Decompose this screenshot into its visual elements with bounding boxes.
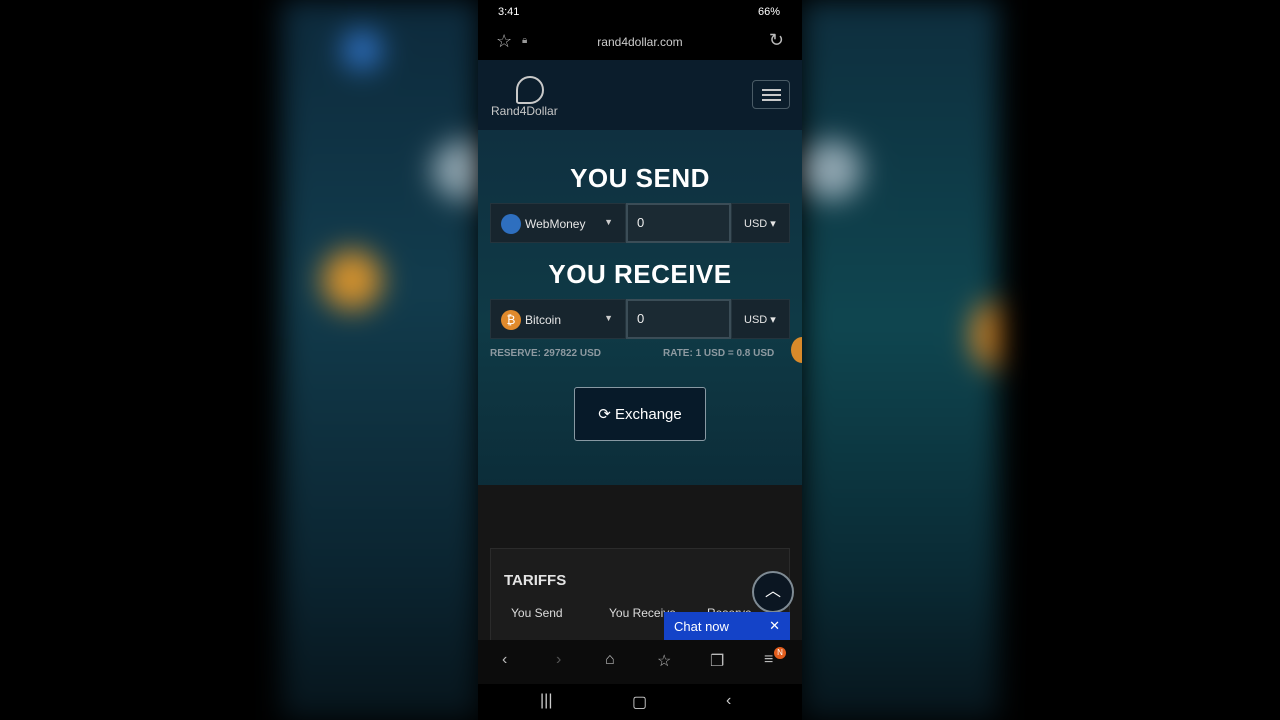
chevron-down-icon: ▼ — [604, 313, 613, 323]
receive-currency-select[interactable]: ₿ Bitcoin ▼ — [490, 299, 626, 339]
logo-text[interactable]: Rand4Dollar — [491, 104, 558, 118]
exchange-button[interactable]: ⟳ Exchange — [574, 387, 706, 441]
menu-line — [762, 99, 781, 101]
logo-icon[interactable] — [516, 76, 544, 104]
tabs-icon[interactable]: ❐ — [710, 651, 724, 671]
home-button-icon[interactable]: ▢ — [632, 692, 647, 712]
refresh-icon: ⟳ — [598, 406, 611, 423]
browser-url-bar[interactable]: ☆ 🔒︎ rand4dollar.com ↻ — [478, 24, 802, 60]
blurred-coin — [322, 250, 382, 310]
blurred-background-right — [802, 0, 998, 720]
phone-screen: 3:41 66% ☆ 🔒︎ rand4dollar.com ↻ Rand4Dol… — [478, 0, 802, 720]
send-amount-input[interactable]: 0 — [626, 203, 731, 243]
receive-unit-label: USD — [744, 314, 768, 326]
back-icon[interactable]: ‹ — [502, 651, 507, 669]
menu-line — [762, 94, 781, 96]
send-currency-label: WebMoney — [525, 217, 586, 231]
send-unit-select[interactable]: USD ▾ — [731, 203, 790, 243]
blurred-background-left — [282, 0, 478, 720]
blurred-highlight — [432, 140, 478, 200]
status-time: 3:41 — [498, 6, 520, 18]
hamburger-menu-button[interactable] — [752, 80, 790, 109]
scroll-to-top-button[interactable]: ︿ — [752, 571, 794, 613]
menu-icon[interactable]: ≡ — [764, 651, 773, 669]
receive-unit-select[interactable]: USD ▾ — [731, 299, 790, 339]
chevron-down-icon: ▼ — [604, 217, 613, 227]
bookmarks-icon[interactable]: ☆ — [657, 651, 671, 671]
recent-apps-icon[interactable]: ||| — [540, 692, 552, 710]
blurred-coin — [972, 300, 998, 370]
column-header-send: You Send — [511, 606, 563, 620]
send-currency-select[interactable]: WebMoney ▼ — [490, 203, 626, 243]
screen: 3:41 66% ☆ 🔒︎ rand4dollar.com ↻ Rand4Dol… — [0, 0, 1280, 720]
exchange-button-label: Exchange — [615, 406, 682, 423]
browser-nav-bar: ‹ › ⌂ ☆ ❐ ≡ — [478, 640, 802, 684]
receive-amount-input[interactable]: 0 — [626, 299, 731, 339]
chevron-up-icon: ︿ — [764, 583, 781, 600]
menu-line — [762, 89, 781, 91]
you-send-title: YOU SEND — [570, 163, 710, 193]
url-text[interactable]: rand4dollar.com — [478, 35, 802, 49]
receive-row: ₿ Bitcoin ▼ 0 USD ▾ — [490, 299, 790, 339]
forward-icon[interactable]: › — [556, 651, 561, 669]
system-back-icon[interactable]: ‹ — [726, 692, 731, 710]
you-receive-title: YOU RECEIVE — [548, 259, 732, 289]
rate-text: RATE: 1 USD = 0.8 USD — [663, 348, 775, 359]
battery-indicator: 66% — [757, 6, 780, 18]
tariffs-title: TARIFFS — [504, 572, 567, 589]
bitcoin-icon: ₿ — [501, 310, 521, 330]
notification-badge: N — [774, 647, 786, 659]
send-unit-label: USD — [744, 218, 768, 230]
webmoney-icon — [501, 214, 521, 234]
blurred-highlight — [802, 140, 862, 200]
site-header: Rand4Dollar — [478, 60, 802, 130]
send-row: WebMoney ▼ 0 USD ▾ — [490, 203, 790, 243]
chat-widget[interactable]: Chat now ✕ — [664, 612, 790, 640]
home-icon[interactable]: ⌂ — [605, 651, 615, 669]
blurred-webmoney — [342, 30, 382, 70]
system-nav-bar: ||| ▢ ‹ — [478, 684, 802, 720]
status-bar: 3:41 66% — [478, 0, 802, 24]
reload-icon[interactable]: ↻ — [769, 30, 784, 51]
reserve-text: RESERVE: 297822 USD — [490, 348, 601, 359]
receive-currency-label: Bitcoin — [525, 313, 562, 327]
chat-label[interactable]: Chat now — [674, 619, 729, 634]
close-icon[interactable]: ✕ — [769, 618, 780, 634]
